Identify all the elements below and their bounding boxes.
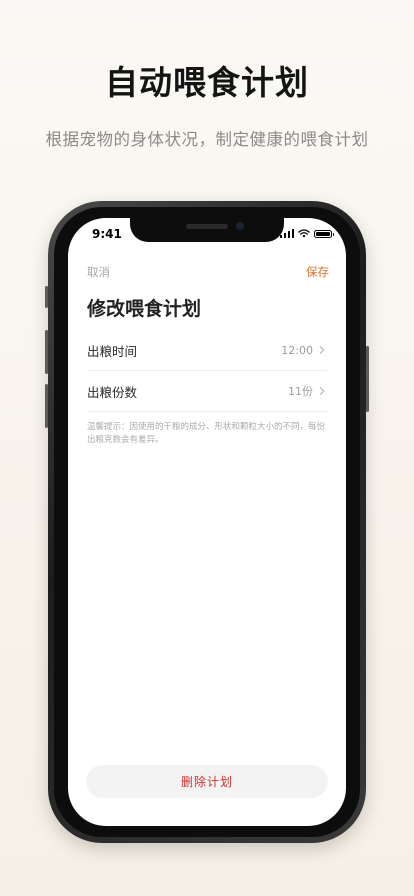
- phone-screen: 9:41 取消 保存 修改喂食计划 出粮时间 12:00 出粮份数 11份 温馨…: [68, 218, 346, 826]
- cancel-button[interactable]: 取消: [87, 264, 110, 280]
- speaker-grille: [186, 224, 228, 229]
- feeding-time-row[interactable]: 出粮时间 12:00: [87, 330, 327, 371]
- feeding-portions-label: 出粮份数: [87, 384, 138, 400]
- battery-icon: [314, 229, 334, 238]
- status-icons: [279, 229, 334, 238]
- save-button[interactable]: 保存: [306, 264, 329, 280]
- status-time: 9:41: [92, 227, 122, 241]
- feeding-portions-value: 11份: [288, 385, 313, 398]
- chevron-right-icon: [319, 387, 325, 395]
- phone-power-button: [366, 346, 369, 412]
- chevron-right-icon: [319, 346, 325, 354]
- notch: [130, 218, 284, 242]
- hero-subtitle: 根据宠物的身体状况，制定健康的喂食计划: [45, 130, 369, 149]
- feeding-time-value: 12:00: [281, 343, 313, 357]
- page-title: 修改喂食计划: [87, 298, 202, 320]
- hero-title: 自动喂食计划: [105, 63, 309, 102]
- phone-volume-down-button: [45, 384, 48, 428]
- feeding-time-label: 出粮时间: [87, 343, 138, 359]
- delete-plan-button[interactable]: 删除计划: [86, 765, 328, 798]
- feeding-portions-row[interactable]: 出粮份数 11份: [87, 371, 327, 412]
- tip-text: 温馨提示：因使用的干粮的成分、形状和颗粒大小的不同，每份出粮克数会有差异。: [87, 422, 326, 445]
- phone-volume-up-button: [45, 330, 48, 374]
- phone-mute-switch: [45, 286, 48, 308]
- wifi-icon: [298, 229, 310, 238]
- front-camera: [236, 222, 244, 230]
- signal-icon: [279, 229, 294, 238]
